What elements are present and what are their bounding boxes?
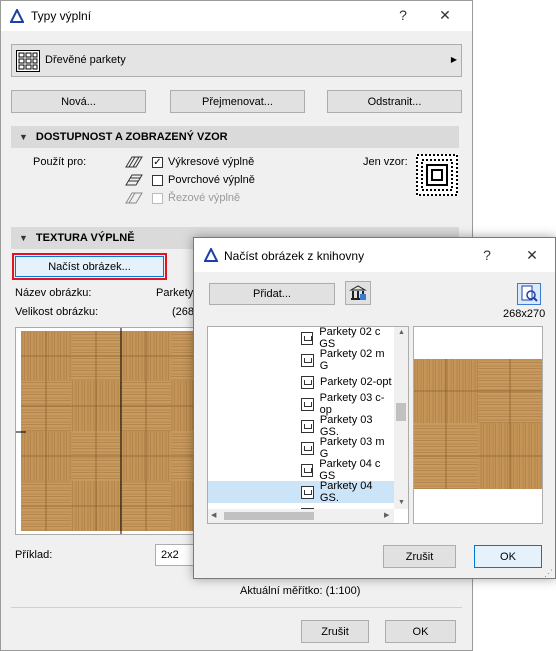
file-name: Parkety 04 GS. [319, 480, 373, 504]
list-item[interactable]: Parkety 03 GS. [208, 414, 394, 438]
library-title-bar: Načíst obrázek z knihovny ? ✕ [194, 238, 555, 272]
pattern-preview [416, 154, 458, 196]
parquet-preview-image [414, 359, 542, 489]
image-file-icon [301, 441, 314, 455]
image-file-icon [301, 485, 314, 499]
image-name-label: Název obrázku: [15, 287, 92, 299]
image-file-icon [301, 419, 314, 433]
file-name: Parkety 04 c GS [319, 458, 381, 482]
preview-dimensions: 268x270 [503, 308, 546, 320]
file-name: Parkety 02 c GS [319, 327, 381, 350]
main-cancel-button[interactable]: Zrušit [301, 620, 369, 643]
scroll-up-icon[interactable]: ▲ [398, 329, 405, 336]
scroll-left-icon[interactable]: ◀ [211, 511, 216, 519]
fill-selector[interactable]: Dřevěné parkety ▶ [11, 44, 462, 77]
add-button[interactable]: Přidat... [209, 283, 335, 305]
new-button[interactable]: Nová... [11, 90, 146, 113]
file-name: Parkety 03 m G [319, 436, 385, 460]
library-close-button[interactable]: ✕ [522, 247, 542, 264]
image-file-icon [301, 353, 314, 367]
resize-grip-icon[interactable]: ⋰ [544, 568, 553, 579]
list-item[interactable]: Parkety 02 c GS [208, 327, 394, 350]
help-button[interactable]: ? [393, 7, 413, 23]
file-name: Parkety 03 GS. [319, 414, 373, 438]
rename-button[interactable]: Přejmenovat... [170, 90, 305, 113]
divider [11, 607, 462, 608]
close-button[interactable]: ✕ [435, 7, 455, 24]
section-title: DOSTUPNOST A ZOBRAZENÝ VZOR [35, 131, 228, 143]
image-file-icon [301, 331, 314, 345]
parquet-texture-image [16, 328, 214, 534]
current-scale-text: Aktuální měřítko: (1:100) [240, 585, 361, 597]
delete-button[interactable]: Odstranit... [327, 90, 462, 113]
horizontal-scrollbar[interactable]: ◀ ▶ [208, 509, 394, 523]
list-item[interactable]: Parkety 02 m G [208, 348, 394, 372]
dialog-title: Typy výplní [31, 9, 92, 23]
cover-fill-icon [125, 174, 143, 186]
collapse-triangle-icon: ▼ [19, 233, 28, 243]
file-name: Parkety 02 m G [319, 348, 385, 372]
use-for-label: Použít pro: [33, 156, 87, 168]
file-name: Parkety 02-opt [320, 376, 392, 388]
archicad-logo-icon [204, 248, 218, 262]
load-image-button[interactable]: Načíst obrázek... [15, 256, 164, 277]
cut-fills-checkbox[interactable] [152, 193, 163, 204]
library-icon [349, 285, 367, 300]
preview-toggle-button[interactable] [517, 283, 541, 305]
image-file-icon [301, 463, 314, 477]
zoom-preview-icon [521, 285, 538, 302]
image-file-icon [301, 375, 314, 389]
example-label: Příklad: [15, 549, 53, 561]
list-item[interactable]: Parkety 04 c GS [208, 458, 394, 482]
file-name: Parkety 03 c-op [319, 392, 385, 416]
main-ok-button[interactable]: OK [385, 620, 456, 643]
fill-name: Dřevěné parkety [45, 54, 126, 66]
drafting-fills-label: Výkresové výplně [168, 156, 255, 168]
cut-fills-label: Řezové výplně [168, 192, 241, 204]
cover-fills-label: Povrchové výplně [168, 174, 255, 186]
drafting-fills-checkbox[interactable]: ✓ [152, 157, 163, 168]
library-ok-button[interactable]: OK [474, 545, 542, 568]
library-image-dialog: Načíst obrázek z knihovny ? ✕ Přidat... … [193, 237, 556, 579]
texture-preview [15, 327, 215, 535]
image-preview [413, 326, 543, 524]
archicad-logo-icon [10, 9, 24, 23]
scroll-thumb[interactable] [396, 403, 406, 421]
title-bar: Typy výplní ? ✕ [1, 1, 472, 31]
cover-fills-checkbox[interactable] [152, 175, 163, 186]
collapse-triangle-icon: ▼ [19, 132, 28, 142]
pattern-only-label: Jen vzor: [363, 156, 408, 168]
section-title: TEXTURA VÝPLNĚ [35, 232, 135, 244]
image-size-value: (268 [172, 306, 195, 318]
chevron-right-icon: ▶ [450, 55, 457, 64]
scroll-down-icon[interactable]: ▼ [398, 499, 405, 506]
parquet-pattern-icon [16, 50, 40, 72]
file-list-content: Parkety 02 c GS Parkety 02 m G Parkety 0… [208, 327, 394, 509]
list-item[interactable]: Parkety 03 m G [208, 436, 394, 460]
image-name-value: Parkety [156, 287, 194, 299]
list-item[interactable]: Parkety 03 c-op [208, 392, 394, 416]
image-file-icon [301, 397, 314, 411]
list-item-selected[interactable]: Parkety 04 GS. [208, 480, 394, 504]
cut-fill-icon [125, 192, 143, 204]
section-availability[interactable]: ▼ DOSTUPNOST A ZOBRAZENÝ VZOR [11, 126, 459, 148]
example-value: 2x2 [161, 549, 179, 561]
library-manager-button[interactable] [345, 281, 371, 305]
library-dialog-title: Načíst obrázek z knihovny [224, 249, 365, 263]
drafting-fill-icon [125, 156, 143, 168]
list-item[interactable]: Parkety 02-opt [208, 371, 394, 393]
library-help-button[interactable]: ? [477, 247, 497, 263]
library-cancel-button[interactable]: Zrušit [383, 545, 456, 568]
file-list[interactable]: Parkety 02 c GS Parkety 02 m G Parkety 0… [207, 326, 409, 524]
scroll-thumb[interactable] [224, 512, 314, 520]
image-size-label: Velikost obrázku: [15, 306, 99, 318]
vertical-scrollbar[interactable]: ▲ ▼ [394, 327, 408, 509]
scroll-right-icon[interactable]: ▶ [384, 511, 389, 519]
